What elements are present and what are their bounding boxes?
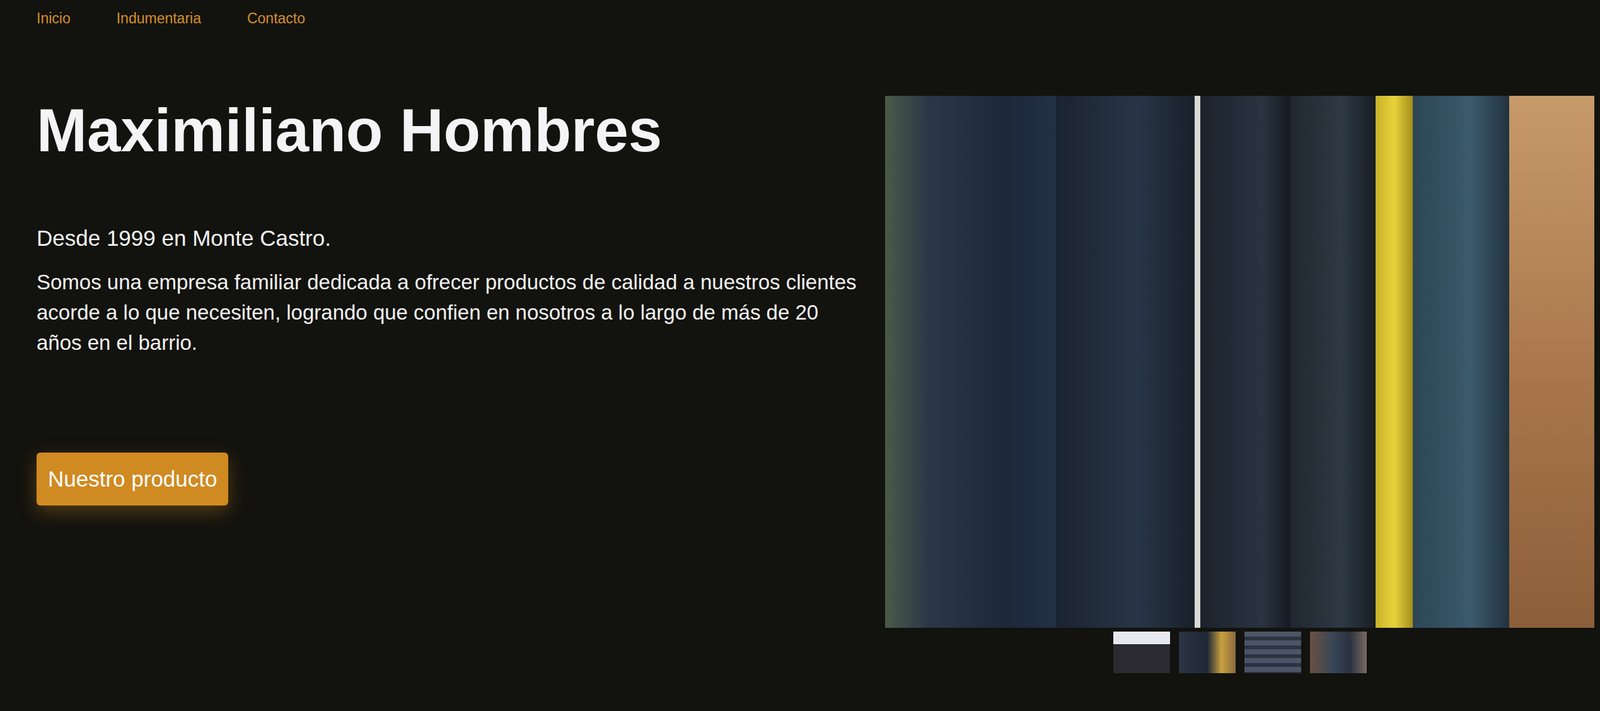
nav-link[interactable]: Indumentaria (116, 8, 202, 28)
gallery-thumbnail[interactable] (1310, 631, 1367, 674)
nav-link[interactable]: Inicio (36, 8, 71, 28)
hero-subtitle: Desde 1999 en Monte Castro. (36, 223, 869, 253)
gallery (885, 95, 1595, 674)
page: Inicio Indumentaria Contacto Maximiliano Ho… (0, 0, 1600, 711)
gallery-thumbnail[interactable] (1244, 631, 1302, 674)
hero-title: Maximiliano Hombres (36, 95, 869, 166)
gallery-thumbnail[interactable] (1178, 631, 1236, 674)
thumbnail-strip (1113, 631, 1367, 674)
top-nav: Inicio Indumentaria Contacto (0, 0, 1600, 37)
product-button[interactable]: Nuestro producto (36, 452, 229, 506)
gallery-thumbnail[interactable] (1113, 631, 1171, 674)
hero-text: Maximiliano Hombres Desde 1999 en Monte C… (36, 95, 869, 506)
main-photo (885, 95, 1595, 628)
hero-description: Somos una empresa familiar dedicada a of… (36, 267, 869, 359)
nav-link[interactable]: Contacto (247, 8, 306, 28)
hero: Maximiliano Hombres Desde 1999 en Monte C… (0, 36, 1600, 699)
